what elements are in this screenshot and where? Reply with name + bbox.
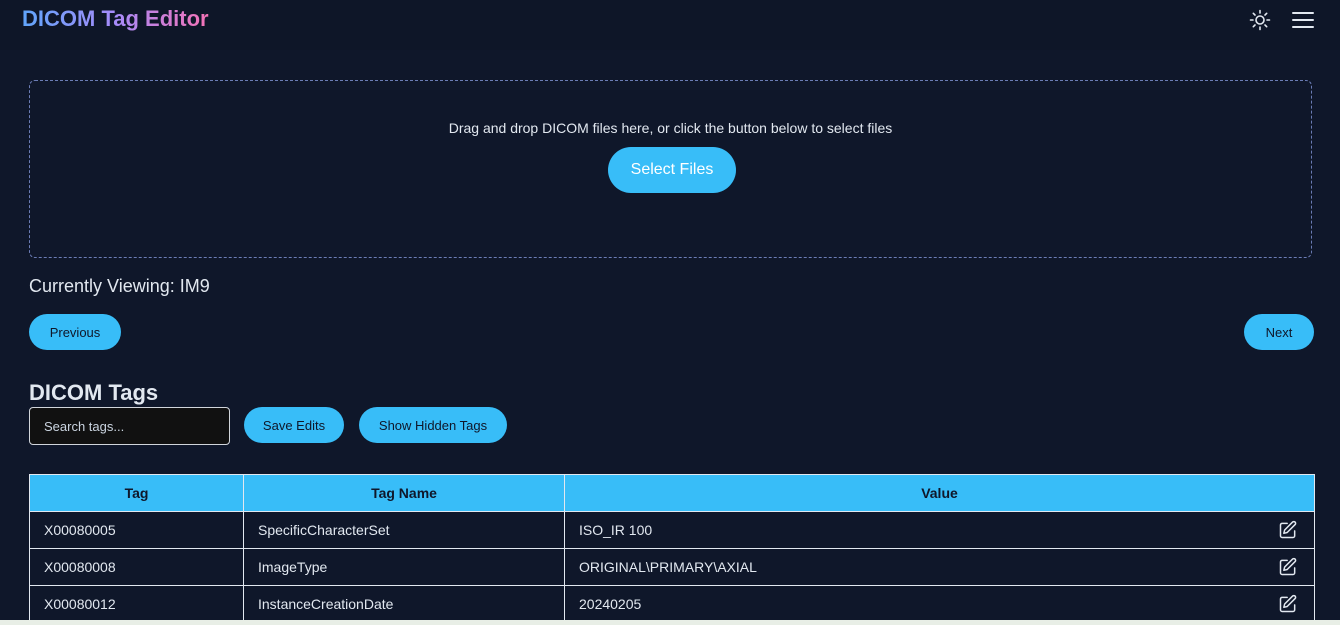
- value-cell: ORIGINAL\PRIMARY\AXIAL: [564, 548, 1315, 586]
- table-header-row: Tag Tag Name Value: [29, 474, 1315, 512]
- tag-cell: X00080012: [29, 585, 244, 623]
- value-text: ORIGINAL\PRIMARY\AXIAL: [579, 559, 757, 575]
- bottom-strip: [0, 620, 1340, 625]
- search-input[interactable]: [29, 407, 230, 445]
- table-row: X00080008 ImageType ORIGINAL\PRIMARY\AXI…: [29, 548, 1315, 586]
- show-hidden-tags-button[interactable]: Show Hidden Tags: [359, 407, 507, 443]
- column-header-value: Value: [564, 474, 1315, 512]
- current-file-label: Currently Viewing: IM9: [29, 276, 210, 296]
- section-title: DICOM Tags: [29, 380, 159, 405]
- tag-cell: X00080008: [29, 548, 244, 586]
- tag-name-cell: ImageType: [243, 548, 565, 586]
- hamburger-menu-icon[interactable]: [1291, 8, 1315, 32]
- edit-pencil-icon[interactable]: [1278, 594, 1298, 614]
- save-edits-button[interactable]: Save Edits: [244, 407, 344, 443]
- tags-table: Tag Tag Name Value X00080005 SpecificCha…: [29, 474, 1315, 623]
- app-header: DICOM Tag Editor: [0, 0, 1340, 50]
- file-dropzone[interactable]: Drag and drop DICOM files here, or click…: [29, 80, 1312, 258]
- value-cell: 20240205: [564, 585, 1315, 623]
- column-header-tag: Tag: [29, 474, 244, 512]
- column-header-tag-name: Tag Name: [243, 474, 565, 512]
- tag-name-cell: InstanceCreationDate: [243, 585, 565, 623]
- previous-button[interactable]: Previous: [29, 314, 121, 350]
- tag-name-cell: SpecificCharacterSet: [243, 511, 565, 549]
- value-cell: ISO_IR 100: [564, 511, 1315, 549]
- edit-pencil-icon[interactable]: [1278, 520, 1298, 540]
- select-files-button[interactable]: Select Files: [608, 147, 736, 193]
- value-text: 20240205: [579, 596, 642, 612]
- value-text: ISO_IR 100: [579, 522, 653, 538]
- app-title: DICOM Tag Editor: [22, 6, 209, 31]
- table-row: X00080012 InstanceCreationDate 20240205: [29, 585, 1315, 623]
- dropzone-instruction: Drag and drop DICOM files here, or click…: [448, 120, 893, 136]
- sun-icon[interactable]: [1248, 8, 1272, 32]
- next-button[interactable]: Next: [1244, 314, 1314, 350]
- tag-cell: X00080005: [29, 511, 244, 549]
- edit-pencil-icon[interactable]: [1278, 557, 1298, 577]
- table-row: X00080005 SpecificCharacterSet ISO_IR 10…: [29, 511, 1315, 549]
